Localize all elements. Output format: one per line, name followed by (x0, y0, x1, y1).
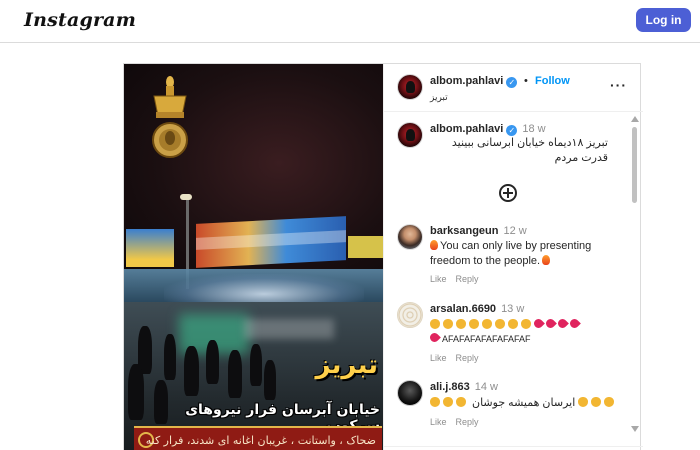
video-overlay-band-text: ضحاک ، واستانت ، غریبان اغانه ای شدند، ف… (146, 434, 376, 447)
post-side-panel: albom.pahlavi ✓ • Follow تبریز ··· albom.… (383, 64, 643, 450)
top-navigation-bar: Instagram Log in (0, 0, 700, 43)
caption-author-avatar[interactable] (397, 122, 423, 148)
post-action-bar (384, 446, 643, 450)
crowd-person (206, 340, 219, 384)
royal-emblem-icon (152, 76, 188, 158)
clap-emoji-icon (521, 319, 531, 329)
fire-emoji-icon (430, 240, 438, 250)
post-header: albom.pahlavi ✓ • Follow تبریز ··· (384, 64, 643, 112)
crowd-person (228, 350, 242, 398)
comment-emoji-row (430, 317, 582, 333)
like-comment-button[interactable]: Like (430, 417, 447, 427)
street-lamp-light (180, 194, 192, 200)
crowd-person (250, 344, 262, 386)
comment-text-content: ایرسان همیشه جوشان (472, 397, 576, 409)
video-overlay-band: ضحاک ، واستانت ، غریبان اغانه ای شدند، ف… (134, 426, 382, 450)
comment-header: barksangeun 12 w (430, 225, 527, 237)
caption-author: albom.pahlavi ✓ 18 w (430, 123, 546, 136)
comment-header: ali.j.863 14 w (430, 381, 498, 393)
clap-emoji-icon (591, 397, 602, 407)
clap-emoji-icon (430, 397, 440, 407)
clap-emoji-icon (443, 319, 453, 329)
caption-time: 18 w (522, 123, 546, 135)
heart-emoji-icon (428, 331, 441, 344)
comment-actions: Like Reply (430, 417, 491, 427)
post-media[interactable]: تبریز خیابان آبرسان فرار نیروهای سرکوب ض… (124, 64, 383, 450)
reply-comment-button[interactable]: Reply (456, 353, 479, 363)
clap-emoji-icon (456, 397, 466, 407)
clap-emoji-icon (495, 319, 505, 329)
login-button[interactable]: Log in (636, 8, 691, 32)
comments-scrollbar-thumb[interactable] (632, 127, 637, 203)
comment-text-content: You can only live by presenting freedom … (430, 240, 592, 267)
verified-badge-icon: ✓ (506, 77, 518, 88)
scroll-down-arrow-icon[interactable] (631, 426, 639, 432)
clap-emoji-icon (469, 319, 479, 329)
comment-text: AFAFAFAFAFAFAFAF (428, 331, 620, 347)
author-avatar[interactable] (397, 74, 423, 100)
comment-text-content: AFAFAFAFAFAFAFAF (442, 334, 531, 344)
like-comment-button[interactable]: Like (430, 274, 447, 284)
commenter-avatar[interactable] (397, 224, 423, 250)
clap-emoji-icon (430, 319, 440, 329)
scroll-up-arrow-icon[interactable] (631, 116, 639, 122)
heart-emoji-icon (544, 317, 557, 330)
caption-username[interactable]: albom.pahlavi (430, 123, 503, 135)
like-comment-button[interactable]: Like (430, 353, 447, 363)
billboard-right (348, 236, 383, 258)
comment-time: 12 w (503, 225, 527, 237)
verified-badge-icon: ✓ (506, 125, 518, 136)
comment-text: ایرسان همیشه جوشان (430, 396, 620, 411)
more-options-icon[interactable]: ··· (610, 77, 627, 93)
caption-text: تبریز ۱۸دیماه خیابان ابرسانی ببینید قدرت… (451, 137, 608, 164)
crowd-person (164, 334, 176, 380)
follow-button[interactable]: Follow (535, 75, 570, 87)
crowd-person (184, 346, 199, 396)
billboard-left (126, 229, 174, 267)
comment-actions: Like Reply (430, 353, 491, 363)
heart-emoji-icon (556, 317, 569, 330)
video-overlay-title: تبریز (315, 350, 379, 380)
heart-emoji-icon (532, 317, 545, 330)
comment-username[interactable]: arsalan.6690 (430, 303, 496, 315)
clap-emoji-icon (443, 397, 453, 407)
heart-emoji-icon (568, 317, 581, 330)
clap-emoji-icon (604, 397, 615, 407)
comment-username[interactable]: barksangeun (430, 225, 498, 237)
commenter-avatar[interactable] (397, 302, 423, 328)
comment-time: 13 w (501, 303, 525, 315)
comment-actions: Like Reply (430, 274, 491, 284)
fire-emoji-icon (542, 255, 551, 265)
comment-header: arsalan.6690 13 w (430, 303, 524, 315)
author-username-text[interactable]: albom.pahlavi (430, 75, 503, 87)
clap-emoji-icon (578, 397, 589, 407)
reply-comment-button[interactable]: Reply (456, 417, 479, 427)
foreground-light (244, 319, 334, 339)
clap-emoji-icon (508, 319, 518, 329)
comment-time: 14 w (474, 381, 499, 393)
clap-emoji-icon (456, 319, 466, 329)
separator-dot: • (524, 75, 528, 87)
author-username[interactable]: albom.pahlavi ✓ (430, 75, 518, 88)
comment-text: You can only live by presenting freedom … (430, 239, 620, 269)
instagram-logo[interactable]: Instagram (24, 9, 136, 31)
load-more-comments-icon[interactable] (499, 184, 517, 202)
billboard-center (196, 216, 346, 268)
clap-emoji-icon (482, 319, 492, 329)
post-location[interactable]: تبریز (430, 92, 448, 103)
commenter-avatar[interactable] (397, 380, 423, 406)
reply-comment-button[interactable]: Reply (456, 274, 479, 284)
comments-section[interactable]: albom.pahlavi ✓ 18 w تبریز ۱۸دیماه خیابان … (384, 112, 643, 450)
comment-username[interactable]: ali.j.863 (430, 381, 470, 393)
post-card: تبریز خیابان آبرسان فرار نیروهای سرکوب ض… (123, 63, 643, 450)
